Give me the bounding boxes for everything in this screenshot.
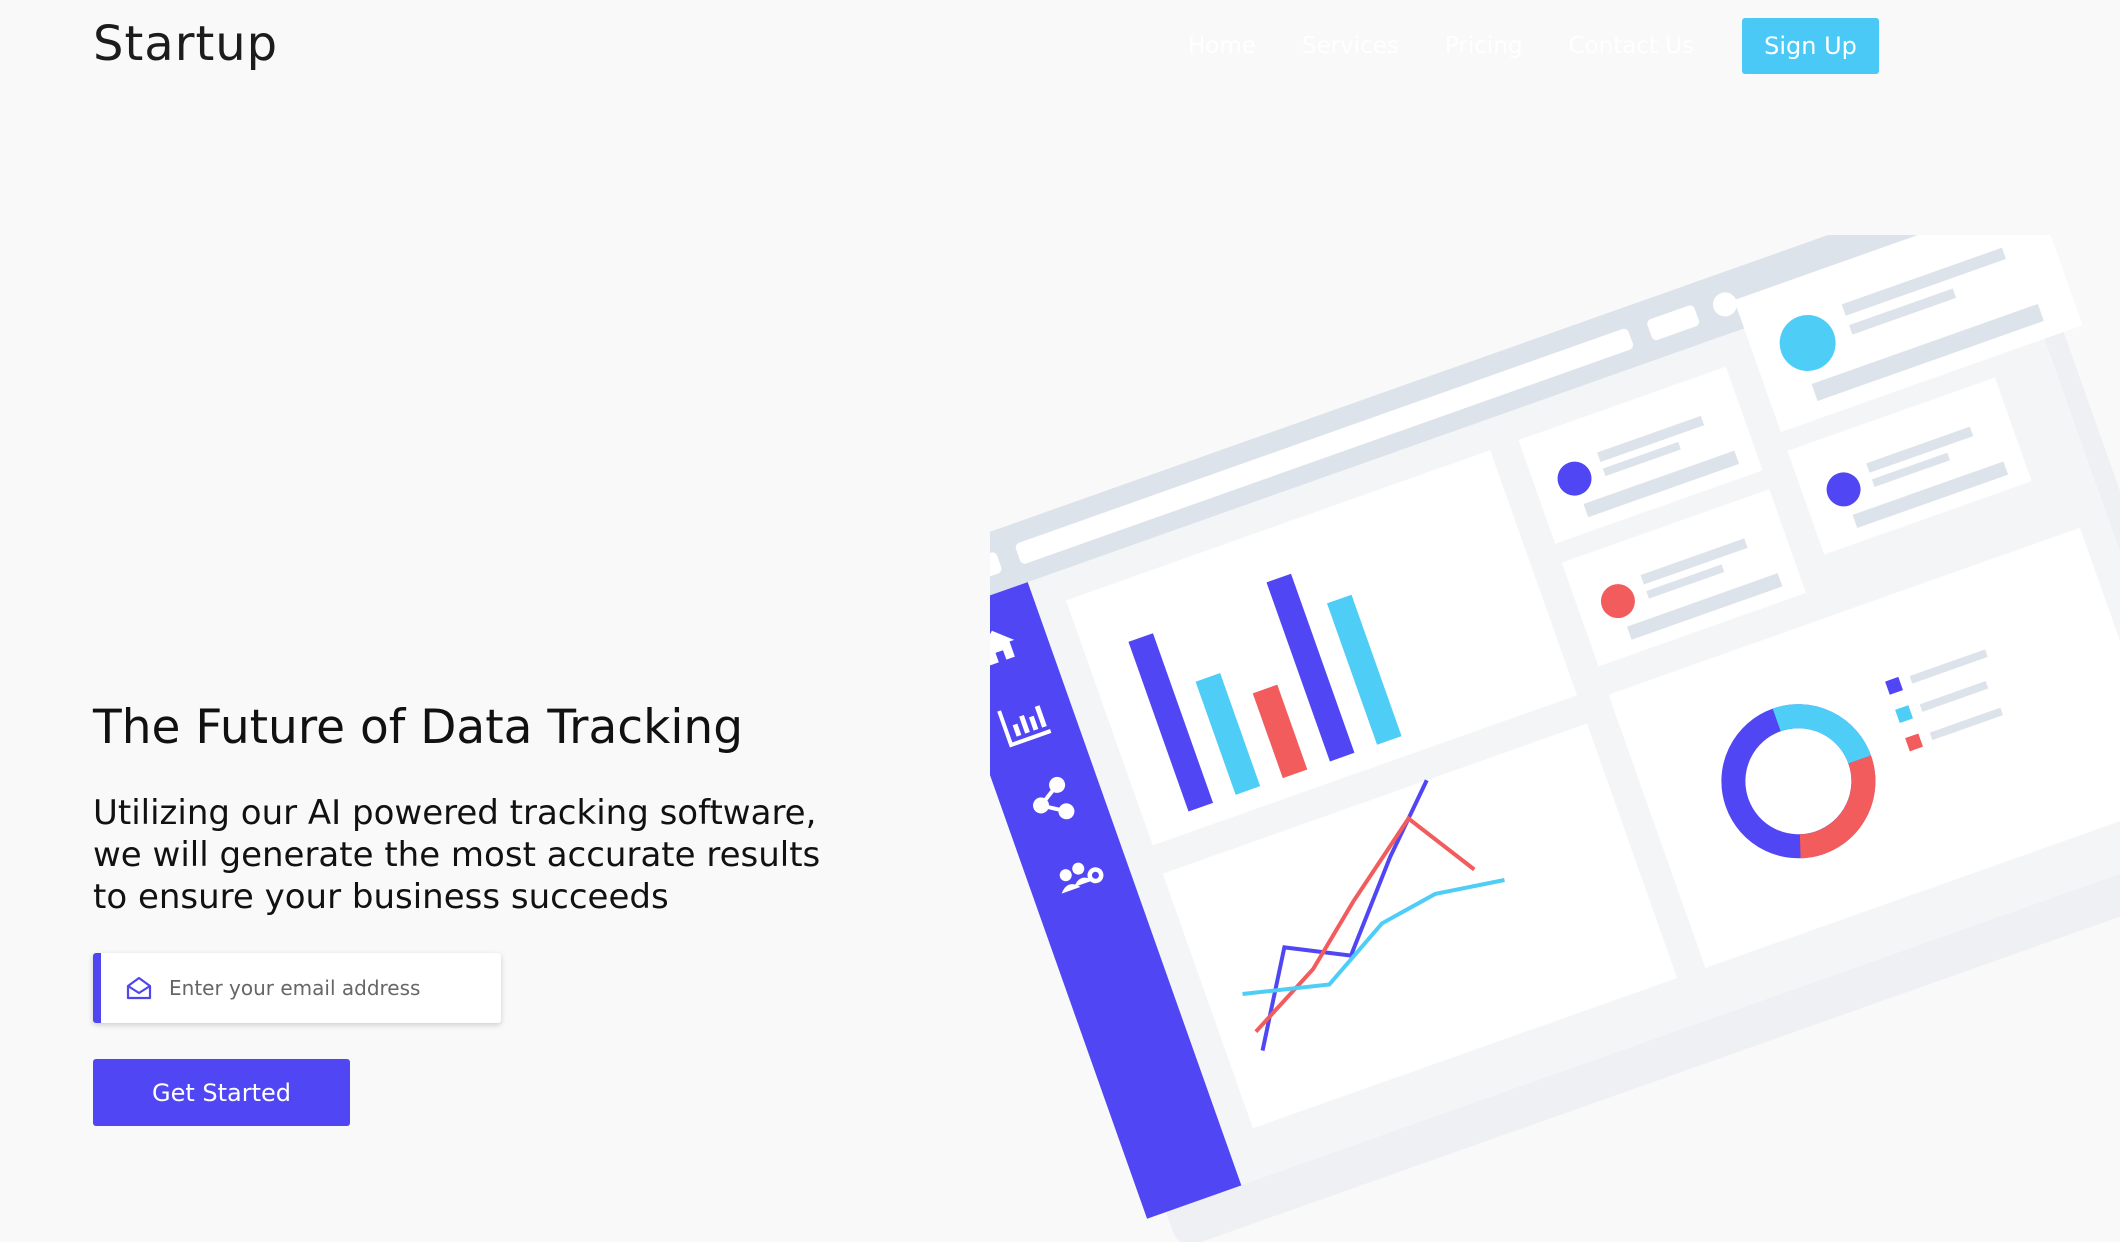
nav-services[interactable]: Services — [1302, 30, 1399, 62]
envelope-open-icon — [125, 974, 153, 1002]
email-input[interactable] — [167, 975, 491, 1001]
dashboard-illustration — [990, 235, 2120, 1242]
hero-title: The Future of Data Tracking — [93, 700, 744, 755]
sign-up-button[interactable]: Sign Up — [1742, 18, 1879, 74]
brand-logo[interactable]: Startup — [93, 16, 278, 72]
email-field-wrapper — [93, 953, 501, 1023]
hero-subtitle-line: we will generate the most accurate resul… — [93, 835, 821, 875]
landing-page: Startup Home Services Pricing Contact Us… — [0, 0, 2120, 1242]
nav-contact-us[interactable]: Contact Us — [1568, 30, 1694, 62]
hero-subtitle-line: to ensure your business succeeds — [93, 877, 669, 917]
hero-subtitle: Utilizing our AI powered tracking softwa… — [93, 792, 893, 918]
hero-subtitle-line: Utilizing our AI powered tracking softwa… — [93, 793, 817, 833]
main-nav: Home Services Pricing Contact Us — [1188, 30, 1740, 62]
get-started-button[interactable]: Get Started — [93, 1059, 350, 1126]
nav-home[interactable]: Home — [1188, 30, 1256, 62]
nav-pricing[interactable]: Pricing — [1445, 30, 1523, 62]
